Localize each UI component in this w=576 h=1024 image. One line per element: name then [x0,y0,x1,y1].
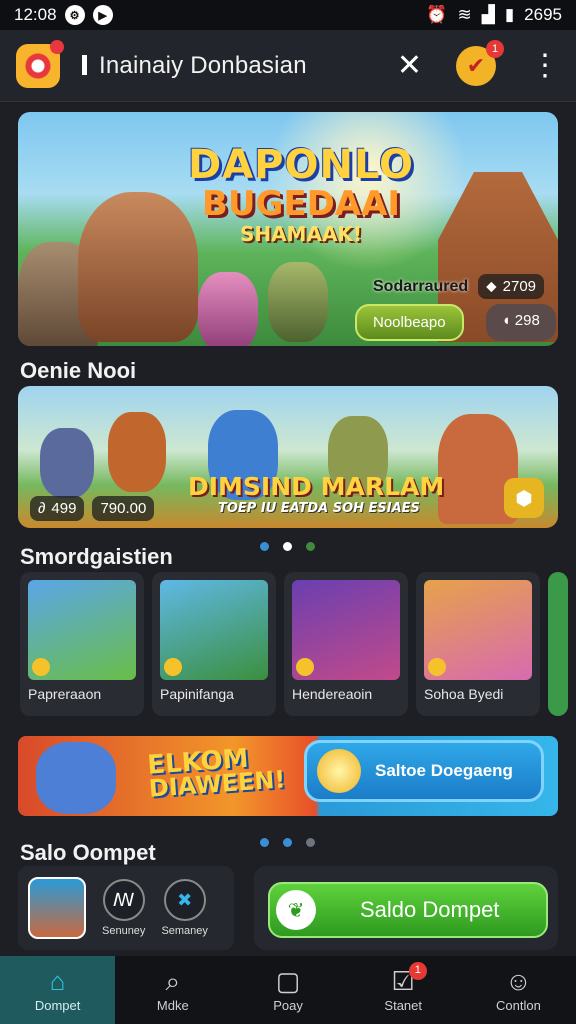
banner-title: DIMSIND MARLAM TOEP IU EATDA SOH ESIAES [188,472,445,516]
tag-icon: ⬥ [486,278,497,295]
hero-subtitle: Sodarraured [373,277,469,295]
status-bar: 12:08 ⚙ ▶ ⏰ ≋ ▟ ▮ 2695 [0,0,576,30]
game-card-label: Sohoa Byedi [424,686,504,702]
avatar[interactable] [28,877,86,939]
battery-level: 2695 [524,5,562,24]
status-time: 12:08 [14,5,57,24]
notification-badge: 1 [486,39,504,58]
profile-icon: ☺ [505,965,532,996]
hero-title: DAPONLO BUGEDAAI SHAMAAK! [187,142,415,246]
inbox-icon: ☑ 1 [392,961,427,994]
game-thumbnail [292,580,400,680]
game-thumbnail [424,580,532,680]
leaf-icon: ❦ [276,890,316,930]
cross-icon: ✖ [163,879,206,921]
notification-button[interactable]: ✔ 1 [456,39,504,86]
banner-pill: 790.00 [92,496,155,521]
wallet-balance-button[interactable]: ❦ Saldo Dompet [268,882,548,938]
hero-stat-pill: ⬥ 2709 [478,274,545,299]
chat-icon: ◖ [501,312,515,329]
signal-icon: ▟ [481,5,495,24]
search-icon: ⌕ [165,965,181,996]
wifi-icon: ≋ [457,5,472,24]
hero-banner[interactable]: DAPONLO BUGEDAAI SHAMAAK! Sodarraured ⬥ 2… [18,112,558,346]
promo-title: ELKOM DIAWEEN! [146,743,287,803]
carousel-dot[interactable] [260,542,269,551]
nav-badge: 1 [408,961,427,980]
carousel-dot[interactable] [306,542,315,551]
section-title: Salo Oompet [20,840,156,865]
wallet-options: ꟿ Senuney ✖ Semaney [18,866,234,950]
event-banner[interactable]: DIMSIND MARLAM TOEP IU EATDA SOH ESIAES … [18,386,558,528]
game-card-label: Hendereaoin [292,686,373,702]
gem-icon [317,749,361,793]
nav-item-poay[interactable]: ▢ Poay [230,956,345,1024]
home-icon: ⌂ [49,965,66,996]
hero-primary-button[interactable]: Noolbeapo [355,304,464,341]
game-card-list: Papreraaon Papinifanga Hendereaoin Sohoa… [20,572,576,716]
carousel-dot[interactable] [283,838,292,847]
battery-icon: ▮ [504,5,515,24]
close-icon[interactable]: ✕ [397,50,422,81]
section-title: Smordgaistien [20,544,173,569]
promo-mascot [36,742,116,814]
coin-icon [296,658,314,676]
hero-character [78,192,198,342]
title-bar-icon [82,54,87,75]
game-card[interactable]: Sohoa Byedi [416,572,540,716]
nav-item-stanet[interactable]: ☑ 1 Stanet [346,956,461,1024]
banner-character [40,428,94,498]
more-menu-icon[interactable]: ⋮ [530,48,560,83]
nav-item-contlon[interactable]: ☺ Contlon [461,956,576,1024]
promo-banner[interactable]: ELKOM DIAWEEN! Saltoe Doegaeng [18,736,558,816]
play-status-icon: ▶ [92,5,113,25]
bottom-nav: ⌂ Dompet ⌕ Mdke ▢ Poay ☑ 1 Stanet ☺ Contl… [0,956,576,1024]
game-card[interactable]: Papinifanga [152,572,276,716]
nav-item-mdke[interactable]: ⌕ Mdke [115,956,230,1024]
carousel-dots [260,542,315,551]
coin-icon [428,658,446,676]
app-bar: Inainaiy Donbasian ✕ ✔ 1 ⋮ [0,30,576,102]
carousel-dot[interactable] [306,838,315,847]
game-card-label: Papreraaon [28,686,102,702]
carousel-dot[interactable] [283,542,292,551]
banner-character [108,412,166,492]
game-card-peek[interactable] [548,572,568,716]
app-title-text: Inainaiy Donbasian [99,51,307,79]
banner-action-icon[interactable]: ⬢ [504,478,544,518]
game-card[interactable]: Hendereaoin [284,572,408,716]
game-card[interactable]: Papreraaon [20,572,144,716]
alarm-icon: ⏰ [426,5,448,24]
game-card-label: Papinifanga [160,686,234,702]
wallet-panel: ❦ Saldo Dompet [254,866,558,950]
nav-item-dompet[interactable]: ⌂ Dompet [0,956,116,1024]
app-logo-icon[interactable] [16,39,64,88]
hero-secondary-button[interactable]: ◖ 298 [485,304,556,341]
settings-status-icon: ⚙ [64,5,85,25]
split-icon: ꟿ [102,879,145,921]
coin-icon [164,658,182,676]
hero-character [268,262,328,342]
wallet-option[interactable]: ꟿ Senuney [102,879,145,937]
section-title: Oenie Nooi [20,358,137,383]
carousel-dots [260,838,315,847]
banner-pill: ∂ 499 [30,496,85,521]
wallet-option[interactable]: ✖ Semaney [161,879,208,937]
bag-icon: ▢ [275,965,301,996]
promo-cta-button[interactable]: Saltoe Doegaeng [304,740,544,802]
hero-info: Sodarraured ⬥ 2709 [373,274,545,299]
link-icon: ∂ [38,500,46,517]
hero-character [198,272,258,346]
bell-icon: ✔ [466,52,486,78]
carousel-dot[interactable] [260,838,269,847]
coin-icon [32,658,50,676]
app-title: Inainaiy Donbasian [82,52,307,80]
game-thumbnail [28,580,136,680]
game-thumbnail [160,580,268,680]
